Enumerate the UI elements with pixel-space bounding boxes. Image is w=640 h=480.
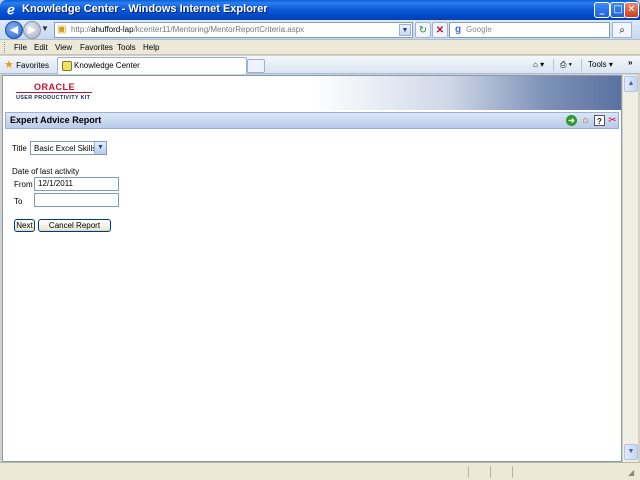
close-button[interactable]: ✕ [624,2,639,18]
title-selected-value: Basic Excel Skills [34,144,97,153]
printer-icon: ⎙ [560,60,567,69]
logo-divider [16,92,92,93]
menu-tools[interactable]: Tools [117,41,136,54]
home-command-button[interactable]: ⌂ ▾ [533,58,544,72]
favorites-button[interactable]: ★ Favorites [4,58,49,72]
upk-banner: ORACLE USER PRODUCTIVITY KIT [3,76,621,110]
search-icon: ⌕ [619,25,625,36]
tools-label: Tools [588,60,607,69]
status-bar: ◢ [0,462,640,480]
command-separator [581,59,582,71]
menu-favorites[interactable]: Favorites [80,41,113,54]
status-pane [490,466,491,478]
search-placeholder: Google [466,25,492,34]
scroll-down-button[interactable]: ▼ [624,444,638,460]
home-icon[interactable]: ⌂ [580,115,591,126]
home-icon: ⌂ [533,60,538,69]
page-icon: ▣ [57,24,67,35]
title-label: Title [12,144,27,153]
window-title: Knowledge Center - Windows Internet Expl… [22,3,268,15]
stop-button[interactable]: ✕ [432,22,448,38]
favorites-label: Favorites [16,61,50,70]
menu-file[interactable]: File [14,41,27,54]
resize-grip[interactable]: ◢ [628,468,638,478]
tab-knowledge-center[interactable]: Knowledge Center [57,57,247,74]
from-label: From [14,180,33,189]
menu-edit[interactable]: Edit [34,41,48,54]
menu-help[interactable]: Help [143,41,159,54]
window-title-bar[interactable]: ℯ Knowledge Center - Windows Internet Ex… [0,0,640,20]
address-toolbar: ◀ ▶ ▼ ▣ http://ahufford-lap/kcenter11/Me… [0,20,640,40]
toolbar-overflow-chevron[interactable]: » [628,56,632,70]
forward-arrow-icon: ▶ [27,23,37,36]
to-label: To [14,197,23,206]
help-icon[interactable]: ? [594,115,605,126]
vertical-scrollbar[interactable]: ▲ ▼ [622,75,638,462]
address-input[interactable]: ▣ http://ahufford-lap/kcenter11/Mentorin… [54,22,413,38]
chevron-down-icon[interactable]: ▼ [94,142,106,154]
url-path: /kcenter11/Mentoring/MentorReportCriteri… [133,25,305,34]
ie-icon: ℯ [7,2,15,17]
forward-button[interactable]: ▶ [23,21,41,39]
refresh-icon: ↻ [418,25,428,36]
star-icon: ★ [4,59,14,71]
oracle-logo: ORACLE [34,82,75,92]
back-arrow-icon: ◀ [9,23,19,36]
search-button[interactable]: ⌕ [612,22,632,38]
url-host: ahufford-lap [91,25,134,34]
minimize-button[interactable]: _ [594,2,610,18]
print-command-button[interactable]: ⎙ ▾ [560,58,572,72]
status-pane [512,466,513,478]
search-input[interactable]: g Google [449,22,610,38]
go-icon[interactable]: ➜ [566,115,577,126]
favorites-bar: ★ Favorites Knowledge Center ⌂ ▾ ⎙ ▾ Too… [0,56,640,74]
date-of-last-activity-label: Date of last activity [12,167,80,176]
title-select[interactable]: Basic Excel Skills ▼ [30,141,107,155]
address-dropdown-button[interactable]: ▼ [399,24,411,36]
page-title: Expert Advice Report [10,115,102,125]
new-tab-button[interactable] [247,59,265,73]
command-separator [553,59,554,71]
from-date-field[interactable]: 12/1/2011 [34,177,119,191]
report-header: Expert Advice Report ➜ ⌂ ? ✂ [5,112,619,129]
scroll-up-button[interactable]: ▲ [624,76,638,92]
menu-bar: File Edit View Favorites Tools Help [0,40,640,55]
page-content: ORACLE USER PRODUCTIVITY KIT Expert Advi… [2,75,622,462]
stop-icon: ✕ [435,25,445,36]
google-icon: g [454,24,462,35]
url-prefix: http:// [71,25,92,34]
recent-pages-dropdown[interactable]: ▼ [41,24,49,33]
next-button[interactable]: Next [14,219,35,232]
status-pane [468,466,469,478]
tools-command-button[interactable]: Tools ▾ [588,58,613,72]
exit-icon[interactable]: ✂ [607,115,618,126]
url-text: http://ahufford-lap/kcenter11/Mentoring/… [71,25,304,34]
product-name: USER PRODUCTIVITY KIT [16,95,91,101]
menu-grip [4,42,7,53]
knowledge-center-icon [62,60,72,71]
tab-title: Knowledge Center [74,61,140,70]
cancel-report-button[interactable]: Cancel Report [38,219,111,232]
to-date-field[interactable] [34,193,119,207]
refresh-button[interactable]: ↻ [415,22,431,38]
back-button[interactable]: ◀ [5,21,23,39]
menu-view[interactable]: View [55,41,72,54]
